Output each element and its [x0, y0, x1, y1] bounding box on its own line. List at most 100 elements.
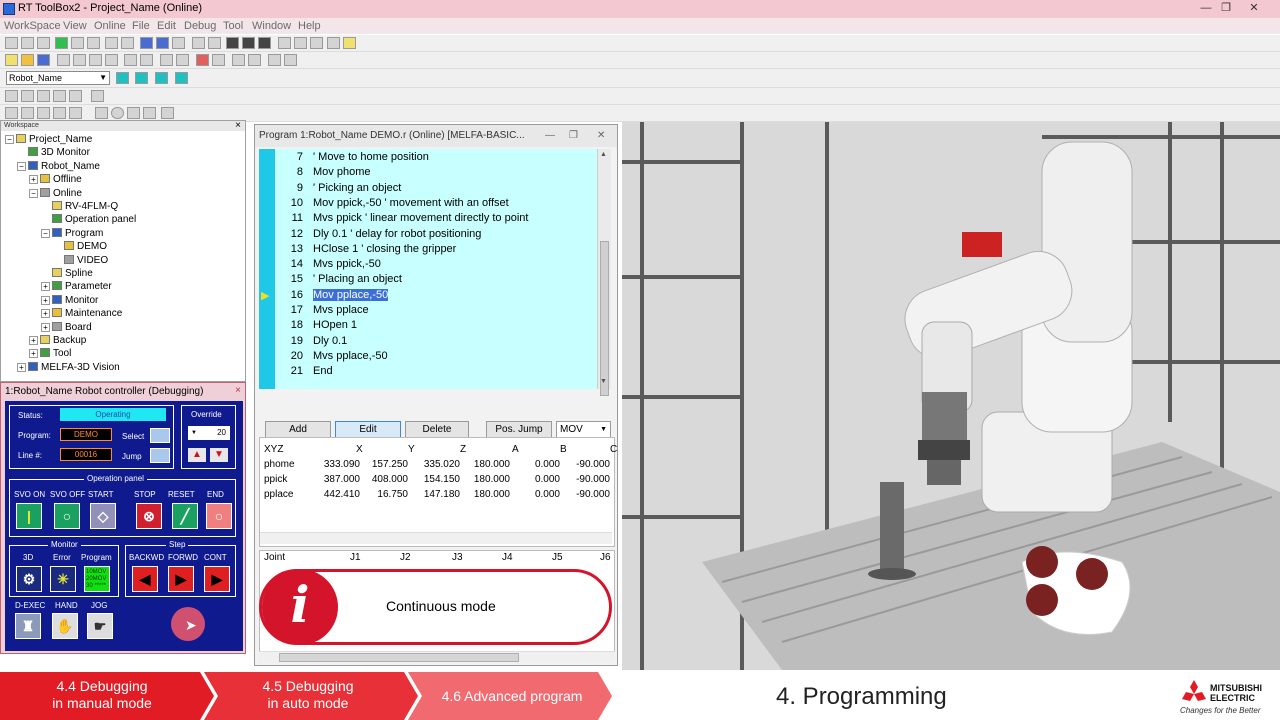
toolbar-button[interactable]	[248, 54, 261, 66]
tree-item[interactable]: − Project_Name	[5, 133, 92, 146]
toolbar-button[interactable]	[95, 107, 108, 119]
toolbar-button[interactable]	[21, 107, 34, 119]
toolbar-button[interactable]	[127, 107, 140, 119]
menu-debug[interactable]: Debug	[184, 20, 216, 32]
cut-icon[interactable]	[57, 54, 70, 66]
tree-item[interactable]: Spline	[41, 267, 93, 280]
toolbar-button[interactable]	[232, 54, 245, 66]
tree-expand-icon[interactable]: +	[29, 349, 38, 359]
error-monitor-button[interactable]: ✳	[50, 566, 76, 592]
toolbar-button[interactable]	[116, 72, 129, 84]
maximize-button[interactable]: ❐	[1216, 1, 1236, 15]
redo-icon[interactable]	[140, 54, 153, 66]
toolbar-button[interactable]	[212, 54, 225, 66]
toolbar-button[interactable]	[87, 37, 100, 49]
toolbar-button[interactable]	[278, 37, 291, 49]
reset-button[interactable]: ╱	[172, 503, 198, 529]
toolbar-button[interactable]	[53, 107, 66, 119]
code-editor[interactable]: ▶ 7 ' Move to home position 8 Mov phome 9 ' P…	[259, 149, 601, 389]
position-row[interactable]: ppick 387.000 408.000 154.150 180.000 0.000 -9…	[260, 472, 616, 487]
menu-online[interactable]: Online	[94, 20, 126, 32]
toolbar-button[interactable]	[242, 37, 255, 49]
menu-edit[interactable]: Edit	[157, 20, 176, 32]
joint-hscroll[interactable]	[259, 651, 615, 663]
menu-window[interactable]: Window	[252, 20, 291, 32]
scroll-down-icon[interactable]: ▼	[600, 378, 607, 385]
toolbar-button[interactable]	[37, 90, 50, 102]
select-program-button[interactable]	[150, 428, 170, 443]
tree-item[interactable]: + Parameter	[41, 280, 112, 293]
toolbar-button[interactable]	[160, 54, 173, 66]
restore-icon[interactable]: ❐	[569, 130, 578, 141]
tree-item[interactable]: − Robot_Name	[17, 160, 100, 173]
tree-expand-icon[interactable]: +	[41, 322, 50, 332]
toolbar-button[interactable]	[310, 37, 323, 49]
hand-button[interactable]: ✋	[52, 613, 78, 639]
toolbar-button[interactable]	[5, 90, 18, 102]
minimize-button[interactable]: —	[1196, 1, 1216, 15]
tree-item[interactable]: + Monitor	[41, 294, 98, 307]
toolbar-button[interactable]	[121, 37, 134, 49]
copy-icon[interactable]	[73, 54, 86, 66]
tree-item[interactable]: + Offline	[29, 173, 82, 186]
tree-item[interactable]: − Online	[29, 187, 82, 200]
code-line[interactable]: 12 Dly 0.1 ' delay for robot positioning	[275, 227, 482, 242]
tree-expand-icon[interactable]: +	[29, 336, 38, 345]
code-line[interactable]: 17 Mvs pplace	[275, 303, 369, 318]
toolbar-button[interactable]	[55, 37, 68, 49]
tree-expand-icon[interactable]: +	[41, 295, 50, 305]
svo-off-button[interactable]: ○	[54, 503, 80, 529]
code-line[interactable]: 21 End	[275, 364, 333, 379]
toolbar-button[interactable]	[69, 107, 82, 119]
open-icon[interactable]	[21, 54, 34, 66]
new-icon[interactable]	[5, 54, 18, 66]
tree-item[interactable]: − Program	[41, 227, 103, 240]
menu-tool[interactable]: Tool	[223, 20, 243, 32]
menu-workspace[interactable]: WorkSpace	[4, 20, 61, 32]
3d-monitor-button[interactable]: ⚙	[16, 566, 42, 592]
tree-item[interactable]: + Backup	[29, 334, 86, 347]
toolbar-button[interactable]	[53, 90, 66, 102]
stop-button[interactable]: ⊗	[136, 503, 162, 529]
tree-expand-icon[interactable]: −	[29, 188, 38, 198]
menu-file[interactable]: File	[132, 20, 150, 32]
toolbar-button[interactable]	[37, 37, 50, 49]
robot-select[interactable]: Robot_Name ▼	[6, 71, 110, 85]
tree-item[interactable]: RV-4FLM-Q	[41, 200, 118, 213]
controller-close-button[interactable]: ×	[235, 385, 241, 396]
scroll-up-icon[interactable]: ▲	[600, 151, 607, 158]
code-line[interactable]: 7 ' Move to home position	[275, 150, 429, 165]
toolbar-button[interactable]	[91, 90, 104, 102]
toolbar-button[interactable]	[226, 37, 239, 49]
code-line[interactable]: 19 Dly 0.1	[275, 334, 348, 349]
toolbar-button[interactable]	[143, 107, 156, 119]
print-button[interactable]	[327, 37, 340, 49]
code-line[interactable]: 14 Mvs ppick,-50	[275, 257, 381, 272]
position-row[interactable]: phome 333.090 157.250 335.020 180.000 0.000 -9…	[260, 457, 616, 472]
toolbar-button[interactable]	[71, 37, 84, 49]
tree-expand-icon[interactable]: −	[41, 228, 50, 238]
workspace-close-button[interactable]: ×	[235, 121, 241, 131]
code-line[interactable]: 20 Mvs pplace,-50	[275, 349, 388, 364]
tree-item[interactable]: VIDEO	[53, 254, 108, 267]
toolbar-button[interactable]	[268, 54, 281, 66]
svo-on-button[interactable]: |	[16, 503, 42, 529]
override-down-button[interactable]: ▼	[210, 448, 228, 462]
menu-help[interactable]: Help	[298, 20, 321, 32]
toolbar-button[interactable]	[284, 54, 297, 66]
tree-item[interactable]: + Maintenance	[41, 307, 122, 320]
position-hscroll[interactable]	[260, 532, 612, 544]
jog-button[interactable]: ☛	[87, 613, 113, 639]
continue-button[interactable]: ▶	[204, 566, 230, 592]
toolbar-button[interactable]	[5, 107, 18, 119]
toolbar-button[interactable]	[111, 107, 124, 119]
toolbar-button[interactable]	[21, 90, 34, 102]
tree-item[interactable]: + Tool	[29, 347, 71, 360]
tree-item[interactable]: 3D Monitor	[17, 146, 90, 159]
tree-expand-icon[interactable]: +	[41, 309, 50, 319]
paste-icon[interactable]	[89, 54, 102, 66]
toolbar-button[interactable]	[208, 37, 221, 49]
toolbar-button[interactable]	[294, 37, 307, 49]
code-line[interactable]: 18 HOpen 1	[275, 318, 357, 333]
code-line[interactable]: 11 Mvs ppick ' linear movement directly t…	[275, 211, 529, 226]
